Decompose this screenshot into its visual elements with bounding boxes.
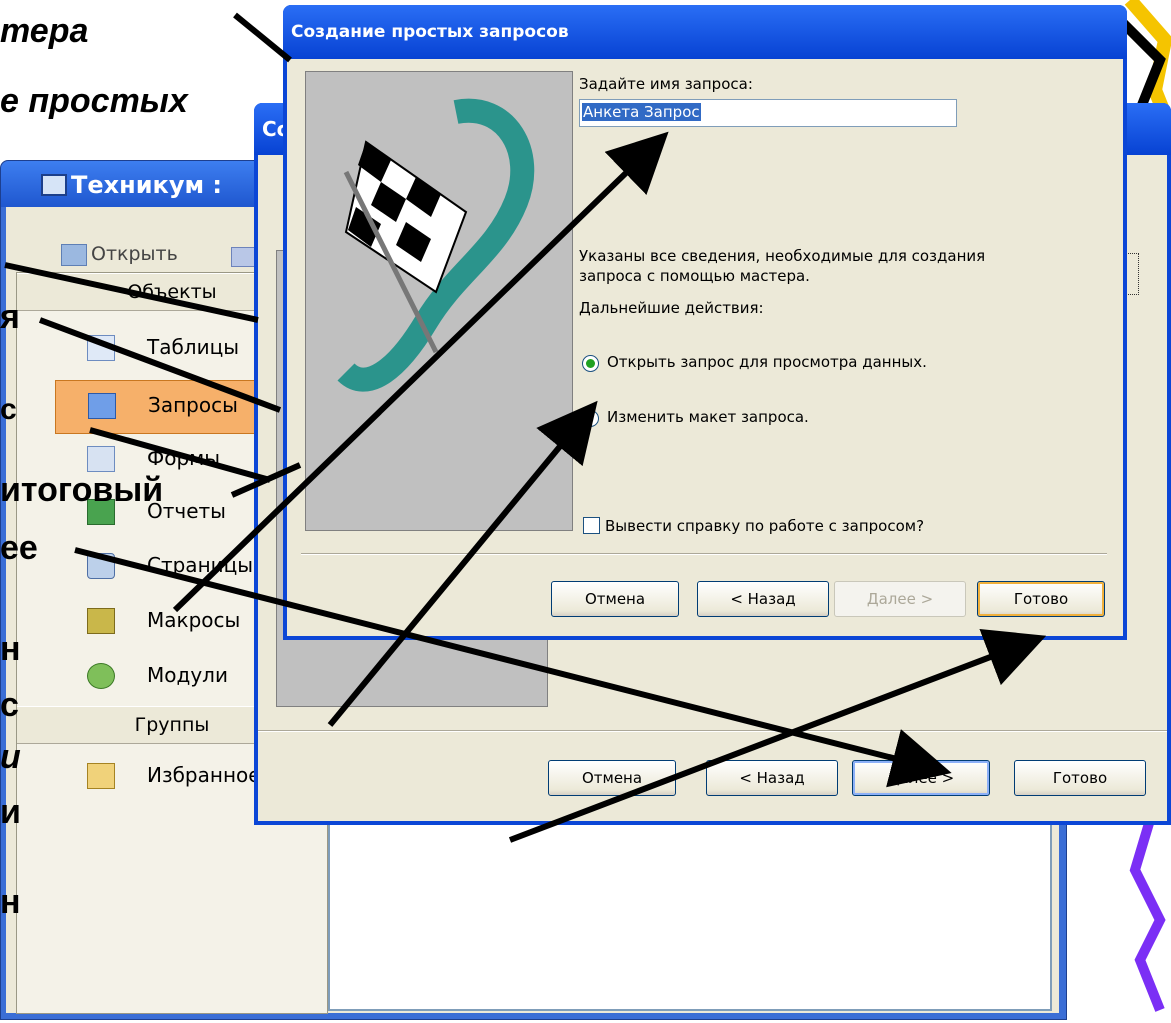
arrow-to-queries bbox=[89, 427, 271, 483]
arrow-to-next bbox=[74, 547, 952, 788]
arrow-to-name-input bbox=[172, 131, 669, 613]
annotation-arrows bbox=[4, 12, 1047, 843]
arrow-to-objects-2 bbox=[38, 317, 282, 413]
arrow-to-titlebar bbox=[233, 12, 292, 63]
arrow-to-finish bbox=[508, 629, 1047, 843]
arrow-to-radio-modify bbox=[327, 400, 598, 727]
arrow-to-objects bbox=[4, 262, 259, 323]
